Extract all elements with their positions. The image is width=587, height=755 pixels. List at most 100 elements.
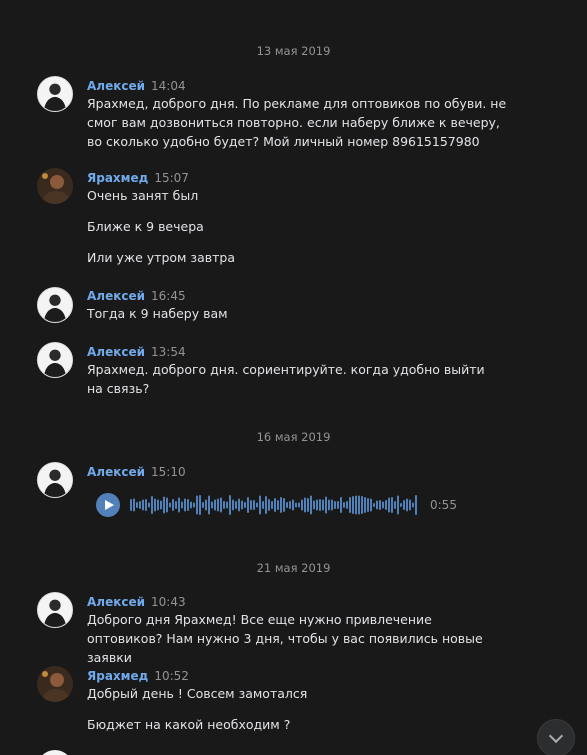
waveform-bar [187,499,189,511]
waveform-bar [166,497,168,513]
waveform-bar [319,499,321,511]
waveform-bar [175,501,177,509]
waveform-bar [322,499,324,511]
waveform-bar [241,500,243,510]
waveform-bar [280,497,282,513]
waveform-bar [145,499,147,511]
chevron-down-icon [548,728,564,744]
waveform-bar [406,498,408,512]
waveform-bar [205,499,207,511]
waveform-bar [172,499,174,511]
avatar[interactable] [37,76,73,112]
waveform-bar [340,497,342,513]
waveform-bar [217,498,219,512]
waveform-bar [373,503,375,507]
scroll-down-button[interactable] [537,719,575,755]
waveform-bar [274,498,276,512]
waveform-bar [358,495,360,515]
waveform-bar [337,501,339,509]
waveform-bar [271,501,273,509]
message-time[interactable]: 14:04 [151,79,186,93]
waveform-bar [247,497,249,513]
waveform-bar [154,498,156,512]
waveform-bar [244,502,246,508]
avatar[interactable] [37,592,73,628]
avatar[interactable] [37,462,73,498]
author-name[interactable]: Алексей [87,465,145,479]
waveform-bar [307,498,309,512]
message-time[interactable]: 16:45 [151,289,186,303]
waveform-bar [331,499,333,511]
waveform-bar [346,501,348,509]
waveform-bar [316,499,318,511]
waveform-bar [268,499,270,511]
waveform-bar [379,500,381,510]
waveform-bar [415,495,417,515]
avatar[interactable] [37,342,73,378]
waveform-bar [370,498,372,512]
person-avatar-icon [43,349,67,377]
waveform-bar [190,501,192,509]
message-text: Очень занят был [87,188,199,203]
message-header: Ярахмед 10:52 [87,669,189,683]
avatar[interactable] [37,666,73,702]
author-name[interactable]: Ярахмед [87,171,148,185]
waveform-bar [163,496,165,514]
message-text: Доброго дня Ярахмед! Все еще нужно привл… [87,612,483,665]
waveform-bar [385,500,387,510]
avatar[interactable] [37,750,73,755]
author-name[interactable]: Алексей [87,79,145,93]
waveform-bar [355,495,357,515]
waveform-bar [283,498,285,512]
waveform-bar [232,499,234,511]
waveform[interactable] [130,492,420,518]
author-name[interactable]: Ярахмед [87,669,148,683]
waveform-bar [130,499,132,511]
waveform-bar [160,500,162,510]
waveform-bar [364,497,366,513]
waveform-bar [223,501,225,509]
date-separator: 16 мая 2019 [256,430,331,444]
waveform-bar [181,501,183,509]
waveform-bar [202,502,204,508]
waveform-bar [262,501,264,509]
date-separator: 13 мая 2019 [256,44,331,58]
avatar[interactable] [37,287,73,323]
message-text: Ярахмед. доброго дня. сориентируйте. ког… [87,362,485,396]
waveform-bar [148,502,150,508]
waveform-bar [382,501,384,509]
message-header: Алексей 15:10 [87,465,186,479]
waveform-bar [313,500,315,510]
person-avatar-icon [43,83,67,111]
waveform-bar [178,497,180,513]
avatar[interactable] [37,168,73,204]
message-time[interactable]: 10:52 [154,669,189,683]
waveform-bar [397,495,399,515]
message-time[interactable]: 15:10 [151,465,186,479]
waveform-bar [325,496,327,514]
waveform-bar [226,501,228,509]
waveform-bar [151,496,153,514]
message-text: Или уже утром завтра [87,250,235,265]
waveform-bar [133,498,135,512]
author-name[interactable]: Алексей [87,289,145,303]
waveform-bar [361,496,363,514]
waveform-bar [238,498,240,512]
message-time[interactable]: 15:07 [154,171,189,185]
play-icon[interactable] [96,493,120,517]
message-time[interactable]: 10:43 [151,595,186,609]
person-avatar-icon [43,469,67,497]
person-avatar-icon [37,168,73,204]
waveform-bar [394,501,396,509]
message-text: Тогда к 9 наберу вам [87,306,228,321]
waveform-bar [250,500,252,510]
waveform-bar [289,501,291,509]
message-header: Алексей 16:45 [87,289,186,303]
waveform-bar [391,497,393,513]
waveform-bar [388,497,390,513]
waveform-bar [169,502,171,508]
author-name[interactable]: Алексей [87,595,145,609]
message-time[interactable]: 13:54 [151,345,186,359]
author-name[interactable]: Алексей [87,345,145,359]
waveform-bar [259,495,261,515]
